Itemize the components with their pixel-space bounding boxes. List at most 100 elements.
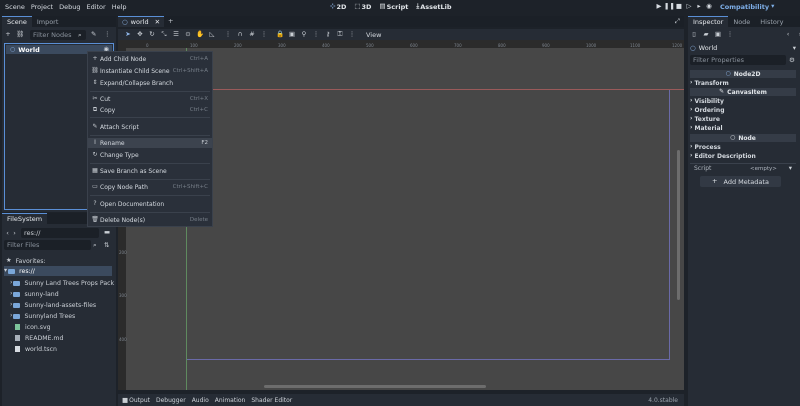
new-resource-icon[interactable]: ▯ <box>690 31 698 39</box>
filter-properties-input[interactable]: Filter Properties <box>690 55 786 65</box>
smart-snap-icon[interactable]: ⋮ <box>224 30 232 39</box>
add-node-icon[interactable]: + <box>4 31 12 39</box>
snap-options-icon[interactable]: ⋮ <box>260 30 268 39</box>
menu-instantiate-child-scene[interactable]: ⛓ Instantiate Child Scene Ctrl+Shift+A <box>88 66 212 76</box>
chevron-down-icon[interactable]: ▾ <box>789 165 792 172</box>
fs-file-item[interactable]: world.tscn <box>14 344 57 354</box>
menu-rename[interactable]: I Rename F2 <box>88 138 212 148</box>
mode-script-button[interactable]: ▤ Script <box>379 3 408 11</box>
split-view-icon[interactable]: ▬ <box>104 229 110 236</box>
forward-icon[interactable]: › <box>796 31 800 39</box>
link-icon[interactable]: ⛓ <box>16 31 24 39</box>
menu-add-child-node[interactable]: + Add Child Node Ctrl+A <box>88 54 212 64</box>
ruler-icon[interactable]: ◺ <box>208 30 216 39</box>
inspector-object-select[interactable]: ○ World ▾ <box>690 43 796 53</box>
more-icon[interactable]: ⋮ <box>104 31 111 38</box>
insert-key-icon[interactable]: ⋮ <box>348 30 356 39</box>
fs-folder-item[interactable]: › Sunny-land-assets-files <box>10 300 96 310</box>
skeleton-options-icon[interactable]: ⋮ <box>312 30 320 39</box>
menu-open-documentation[interactable]: ? Open Documentation <box>88 199 212 209</box>
bone-icon[interactable]: ⚲ <box>300 30 308 39</box>
section-visibility[interactable]: › Visibility <box>690 97 796 105</box>
rotate-mode-icon[interactable]: ↻ <box>148 30 156 39</box>
pivot-icon[interactable]: ⊙ <box>184 30 192 39</box>
key-icon[interactable]: ⚷ <box>324 30 332 39</box>
tab-shader-editor[interactable]: Shader Editor <box>251 397 292 404</box>
menu-change-type[interactable]: ↻ Change Type <box>88 150 212 160</box>
tab-audio[interactable]: Audio <box>192 397 209 404</box>
tab-node[interactable]: Node <box>728 16 755 27</box>
fs-folder-item[interactable]: › sunny-land <box>10 289 59 299</box>
magnet-icon[interactable]: ∩ <box>236 30 244 39</box>
menu-attach-script[interactable]: ✎ Attach Script <box>88 122 212 132</box>
tab-animation[interactable]: Animation <box>215 397 246 404</box>
view-menu-button[interactable]: View <box>366 31 381 39</box>
menu-expand-collapse[interactable]: ⇕ Expand/Collapse Branch <box>88 78 212 88</box>
save-icon[interactable]: ▣ <box>714 31 722 39</box>
menu-copy[interactable]: ⧉ Copy Ctrl+C <box>88 105 212 115</box>
fs-folder-item[interactable]: › Sunnyland Trees <box>10 311 75 321</box>
tab-import[interactable]: Import <box>32 16 64 27</box>
horizontal-scrollbar[interactable] <box>264 385 486 388</box>
tab-scene[interactable]: Scene <box>2 16 32 27</box>
group-icon[interactable]: ▣ <box>288 30 296 39</box>
menu-editor[interactable]: Editor <box>86 3 105 11</box>
add-metadata-button[interactable]: + Add Metadata <box>700 176 781 187</box>
movie-icon[interactable]: ◉ <box>704 3 714 10</box>
fs-file-item[interactable]: README.md <box>14 333 63 343</box>
back-icon[interactable]: ‹ <box>4 230 11 237</box>
menu-debug[interactable]: Debug <box>59 3 80 11</box>
grid-snap-icon[interactable]: # <box>248 30 256 39</box>
move-mode-icon[interactable]: ✥ <box>136 30 144 39</box>
lock-icon[interactable]: 🔒 <box>276 30 284 39</box>
fs-root[interactable]: ▾ res:// <box>4 266 112 276</box>
extra-icon[interactable]: ⋮ <box>726 31 734 39</box>
auto-key-icon[interactable]: ⚿ <box>336 30 344 39</box>
section-ordering[interactable]: › Ordering <box>690 106 796 114</box>
menu-scene[interactable]: Scene <box>5 3 25 11</box>
tab-output[interactable]: Output <box>129 397 150 404</box>
menu-help[interactable]: Help <box>112 3 127 11</box>
filter-files-input[interactable]: Filter Files <box>4 240 91 250</box>
play-scene-icon[interactable]: ▷ <box>684 3 694 10</box>
tools-icon[interactable]: ⚙ <box>789 57 795 64</box>
back-icon[interactable]: ‹ <box>784 31 792 39</box>
fs-path-field[interactable]: res:// <box>21 228 99 238</box>
sort-icon[interactable]: ⇅ <box>104 242 109 249</box>
pan-icon[interactable]: ✋ <box>196 30 204 39</box>
tab-world-scene[interactable]: ○ world ✕ <box>118 16 165 27</box>
mode-assetlib-button[interactable]: ⤓ AssetLib <box>416 3 451 11</box>
vertical-scrollbar[interactable] <box>677 150 680 300</box>
close-icon[interactable]: ✕ <box>155 19 160 26</box>
menu-project[interactable]: Project <box>31 3 53 11</box>
select-list-icon[interactable]: ☰ <box>172 30 180 39</box>
select-mode-icon[interactable]: ➤ <box>124 30 132 39</box>
renderer-select[interactable]: Compatibility <box>720 3 769 11</box>
section-process[interactable]: › Process <box>690 143 796 151</box>
menu-save-branch[interactable]: ▦ Save Branch as Scene <box>88 166 212 176</box>
menu-cut[interactable]: ✂ Cut Ctrl+X <box>88 94 212 104</box>
scale-mode-icon[interactable]: ⤡ <box>160 30 168 39</box>
script-attach-icon[interactable]: ✎ <box>91 31 96 38</box>
section-texture[interactable]: › Texture <box>690 115 796 123</box>
menu-delete-node[interactable]: 🗑 Delete Node(s) Delete <box>88 215 212 225</box>
forward-icon[interactable]: › <box>11 230 18 237</box>
load-resource-icon[interactable]: ▰ <box>702 31 710 39</box>
tab-debugger[interactable]: Debugger <box>156 397 186 404</box>
section-editor-description[interactable]: › Editor Description <box>690 152 796 160</box>
stop-icon[interactable]: ■ <box>674 3 684 10</box>
section-material[interactable]: › Material <box>690 124 796 132</box>
add-tab-icon[interactable]: + <box>168 18 173 25</box>
script-value[interactable]: <empty> <box>750 166 777 172</box>
fs-file-item[interactable]: icon.svg <box>14 322 51 332</box>
tab-history[interactable]: History <box>755 16 788 27</box>
fs-folder-item[interactable]: › Sunny Land Trees Props Pack <box>10 278 114 288</box>
pause-icon[interactable]: ❚❚ <box>664 3 675 10</box>
fs-favorites[interactable]: ★ Favorites: <box>6 256 46 266</box>
play-custom-icon[interactable]: ▸ <box>694 3 704 10</box>
tab-inspector[interactable]: Inspector <box>688 16 729 27</box>
section-transform[interactable]: › Transform <box>690 79 796 87</box>
fullscreen-icon[interactable]: ⤢ <box>675 18 680 25</box>
mode-2d-button[interactable]: ⊹ 2D <box>330 3 346 11</box>
mode-3d-button[interactable]: ⬚ 3D <box>354 3 371 11</box>
